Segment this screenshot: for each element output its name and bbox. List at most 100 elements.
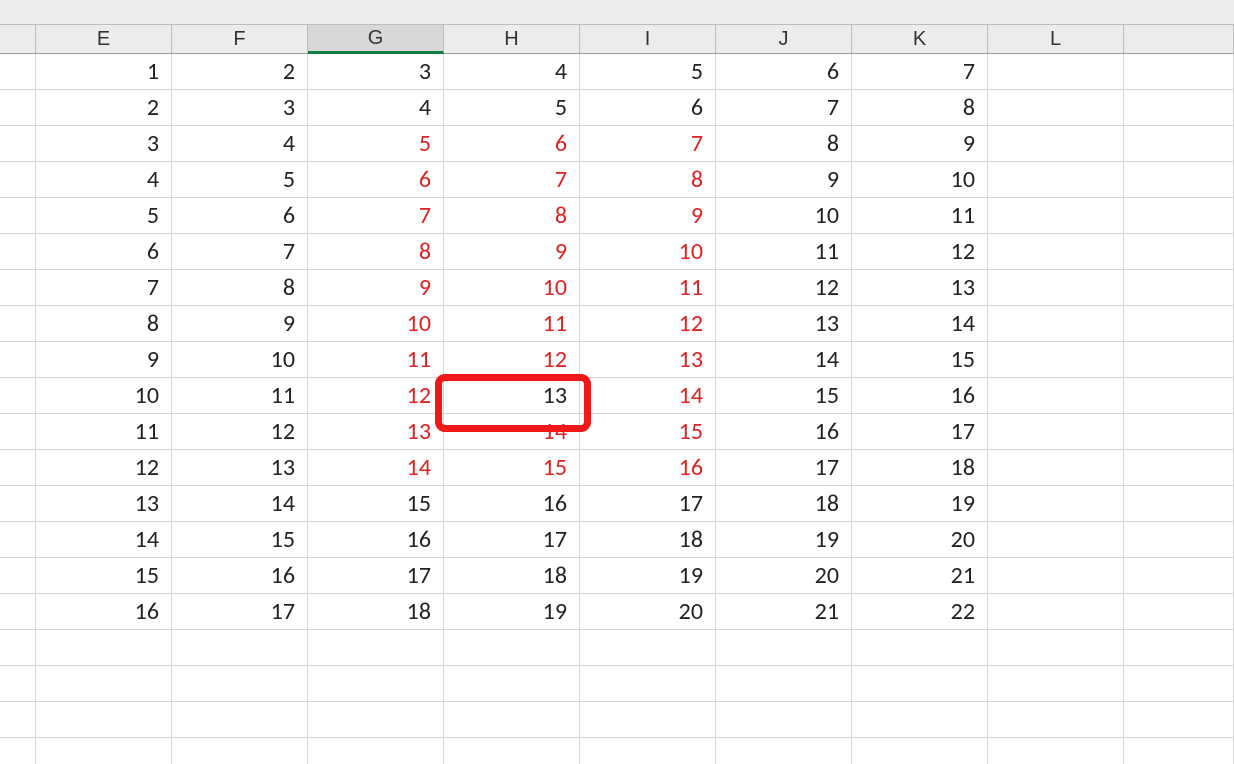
cell-gutter-12[interactable] (0, 450, 36, 485)
cell-L-11[interactable] (988, 414, 1124, 449)
cell-gutter-4[interactable] (0, 162, 36, 197)
cell-H-2[interactable]: 5 (444, 90, 580, 125)
cell-K-7[interactable]: 13 (852, 270, 988, 305)
cell-gutter-17[interactable] (1124, 630, 1234, 665)
column-header-L[interactable]: L (988, 25, 1124, 53)
cell-F-11[interactable]: 12 (172, 414, 308, 449)
cell-E-13[interactable]: 13 (36, 486, 172, 521)
cell-J-14[interactable]: 19 (716, 522, 852, 557)
cell-K-8[interactable]: 14 (852, 306, 988, 341)
cell-I-1[interactable]: 5 (580, 54, 716, 89)
cell-E-3[interactable]: 3 (36, 126, 172, 161)
cell-G-2[interactable]: 4 (308, 90, 444, 125)
cell-gutter-11[interactable] (1124, 414, 1234, 449)
cell-L-13[interactable] (988, 486, 1124, 521)
cell-H-3[interactable]: 6 (444, 126, 580, 161)
cell-H-5[interactable]: 8 (444, 198, 580, 233)
column-header-J[interactable]: J (716, 25, 852, 53)
cell-J-3[interactable]: 8 (716, 126, 852, 161)
cell-F-19[interactable] (172, 702, 308, 737)
cell-gutter-3[interactable] (1124, 126, 1234, 161)
cell-F-17[interactable] (172, 630, 308, 665)
cell-L-9[interactable] (988, 342, 1124, 377)
cell-K-3[interactable]: 9 (852, 126, 988, 161)
cell-F-12[interactable]: 13 (172, 450, 308, 485)
cell-gutter-13[interactable] (0, 486, 36, 521)
cell-L-17[interactable] (988, 630, 1124, 665)
cell-F-13[interactable]: 14 (172, 486, 308, 521)
cell-gutter-9[interactable] (0, 342, 36, 377)
cell-H-14[interactable]: 17 (444, 522, 580, 557)
cell-K-14[interactable]: 20 (852, 522, 988, 557)
cell-G-16[interactable]: 18 (308, 594, 444, 629)
cell-F-20[interactable] (172, 738, 308, 764)
cell-I-19[interactable] (580, 702, 716, 737)
cell-gutter-9[interactable] (1124, 342, 1234, 377)
cell-F-9[interactable]: 10 (172, 342, 308, 377)
cell-I-14[interactable]: 18 (580, 522, 716, 557)
cell-I-12[interactable]: 16 (580, 450, 716, 485)
cell-G-15[interactable]: 17 (308, 558, 444, 593)
cell-I-8[interactable]: 12 (580, 306, 716, 341)
column-header-K[interactable]: K (852, 25, 988, 53)
column-header-H[interactable]: H (444, 25, 580, 53)
cell-H-9[interactable]: 12 (444, 342, 580, 377)
cell-H-16[interactable]: 19 (444, 594, 580, 629)
cell-G-5[interactable]: 7 (308, 198, 444, 233)
cell-K-5[interactable]: 11 (852, 198, 988, 233)
cell-K-1[interactable]: 7 (852, 54, 988, 89)
cell-J-9[interactable]: 14 (716, 342, 852, 377)
cell-F-14[interactable]: 15 (172, 522, 308, 557)
cell-L-14[interactable] (988, 522, 1124, 557)
cell-E-18[interactable] (36, 666, 172, 701)
cell-L-10[interactable] (988, 378, 1124, 413)
cell-E-1[interactable]: 1 (36, 54, 172, 89)
cell-J-4[interactable]: 9 (716, 162, 852, 197)
cell-E-19[interactable] (36, 702, 172, 737)
cell-L-4[interactable] (988, 162, 1124, 197)
cell-G-10[interactable]: 12 (308, 378, 444, 413)
cell-G-7[interactable]: 9 (308, 270, 444, 305)
cell-gutter-6[interactable] (0, 234, 36, 269)
cell-K-2[interactable]: 8 (852, 90, 988, 125)
cell-H-12[interactable]: 15 (444, 450, 580, 485)
cell-J-19[interactable] (716, 702, 852, 737)
cell-J-1[interactable]: 6 (716, 54, 852, 89)
cell-H-19[interactable] (444, 702, 580, 737)
cell-gutter-1[interactable] (1124, 54, 1234, 89)
cell-gutter-19[interactable] (1124, 702, 1234, 737)
cell-H-20[interactable] (444, 738, 580, 764)
cell-L-18[interactable] (988, 666, 1124, 701)
cell-H-1[interactable]: 4 (444, 54, 580, 89)
cell-L-7[interactable] (988, 270, 1124, 305)
cell-J-15[interactable]: 20 (716, 558, 852, 593)
cell-G-18[interactable] (308, 666, 444, 701)
cell-E-9[interactable]: 9 (36, 342, 172, 377)
cell-K-11[interactable]: 17 (852, 414, 988, 449)
cell-gutter-13[interactable] (1124, 486, 1234, 521)
cell-F-1[interactable]: 2 (172, 54, 308, 89)
cell-gutter-15[interactable] (1124, 558, 1234, 593)
column-header-gutter[interactable] (0, 25, 36, 53)
cell-F-3[interactable]: 4 (172, 126, 308, 161)
cell-E-15[interactable]: 15 (36, 558, 172, 593)
cell-K-16[interactable]: 22 (852, 594, 988, 629)
cell-G-12[interactable]: 14 (308, 450, 444, 485)
cell-L-15[interactable] (988, 558, 1124, 593)
cell-I-5[interactable]: 9 (580, 198, 716, 233)
cell-K-20[interactable] (852, 738, 988, 764)
cell-gutter-8[interactable] (1124, 306, 1234, 341)
cell-J-16[interactable]: 21 (716, 594, 852, 629)
cell-gutter-11[interactable] (0, 414, 36, 449)
cell-K-13[interactable]: 19 (852, 486, 988, 521)
cell-G-1[interactable]: 3 (308, 54, 444, 89)
cell-K-6[interactable]: 12 (852, 234, 988, 269)
cell-E-7[interactable]: 7 (36, 270, 172, 305)
cell-E-16[interactable]: 16 (36, 594, 172, 629)
cell-L-8[interactable] (988, 306, 1124, 341)
cell-L-1[interactable] (988, 54, 1124, 89)
cell-gutter-16[interactable] (1124, 594, 1234, 629)
cell-gutter-17[interactable] (0, 630, 36, 665)
cell-H-6[interactable]: 9 (444, 234, 580, 269)
cell-gutter-2[interactable] (0, 90, 36, 125)
